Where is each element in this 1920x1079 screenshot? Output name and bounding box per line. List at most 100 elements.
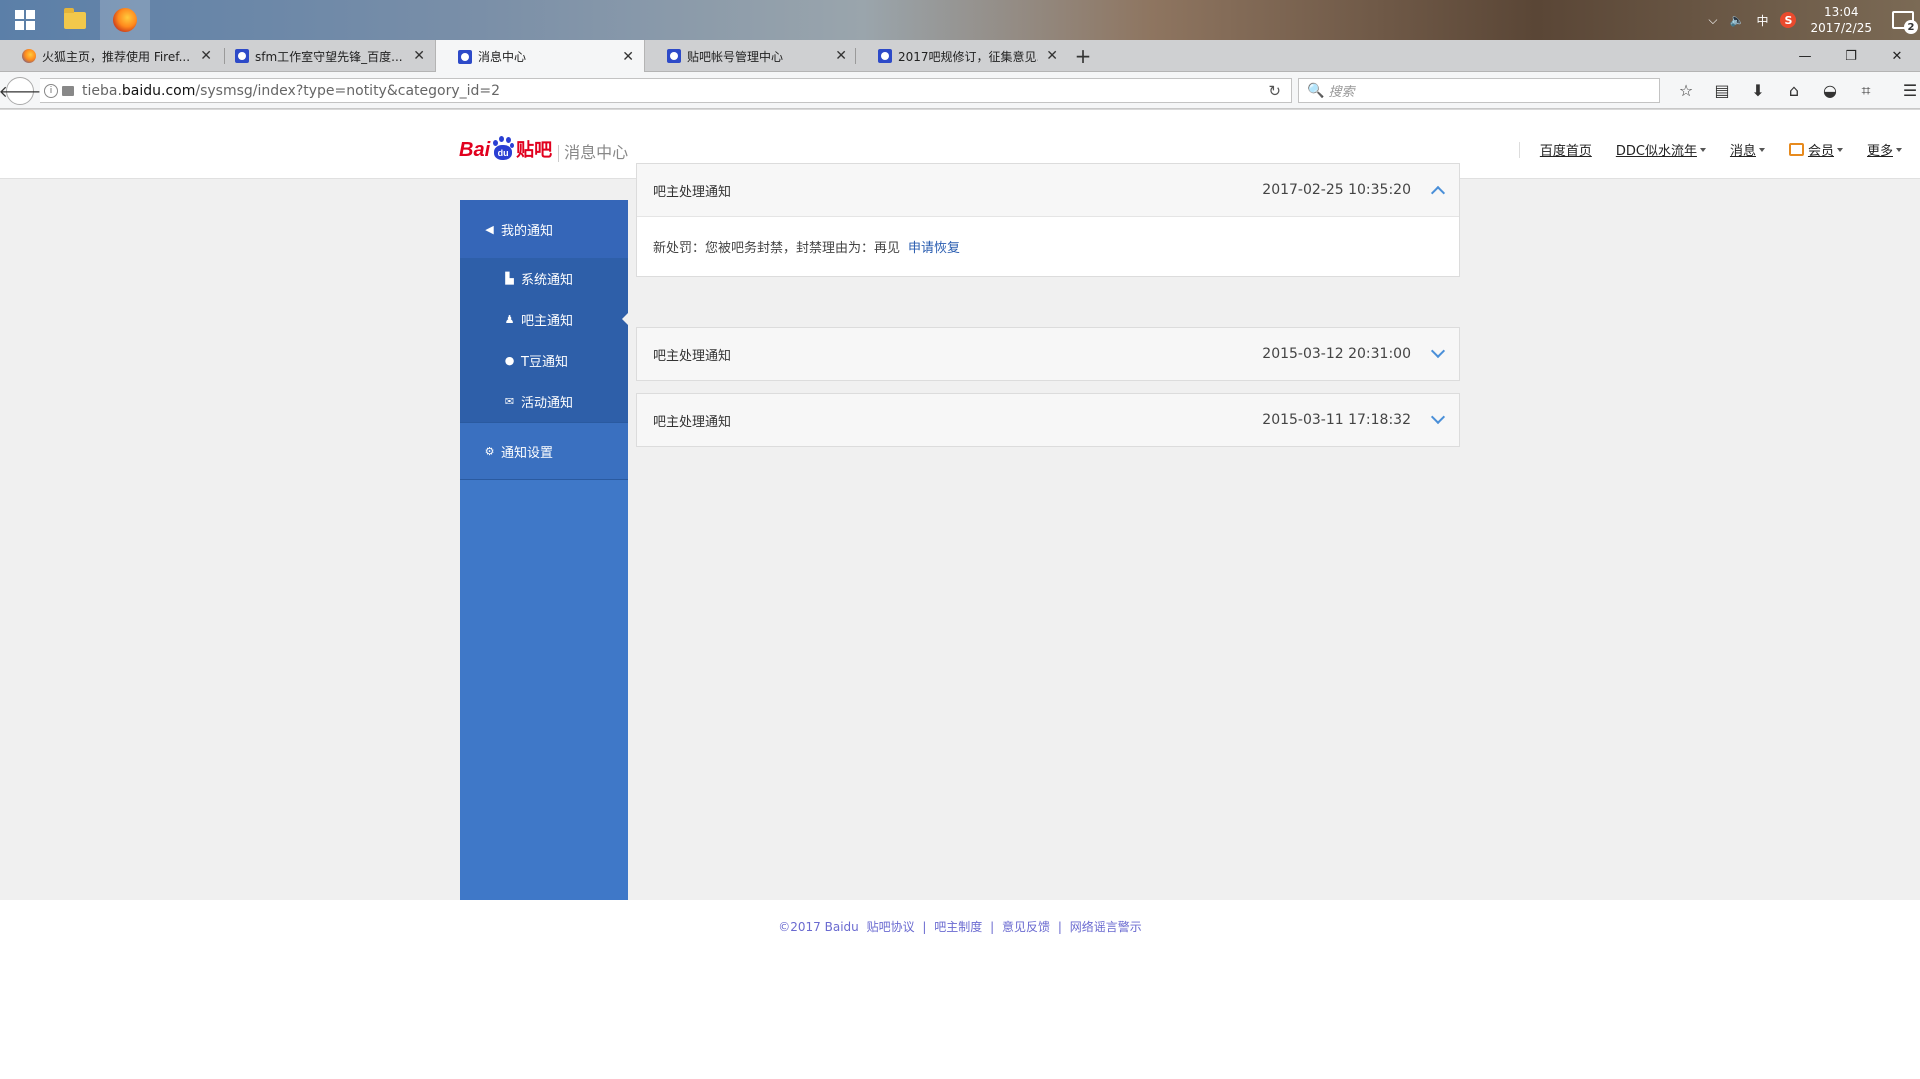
tab-sfm-studio[interactable]: sfm工作室守望先锋_百度... ✕ [213,40,435,72]
vip-label: 会员 [1807,144,1834,159]
footer-link-rules[interactable]: 吧主制度 [934,920,982,934]
sogou-icon[interactable]: S [1780,12,1797,28]
appeal-link[interactable]: 申请恢复 [908,237,960,256]
minimize-button[interactable]: — [1782,40,1828,72]
screenshot-icon[interactable]: ⌗ [1848,81,1884,101]
chevron-up-icon[interactable] [1430,185,1446,201]
logo-du: du [494,145,513,160]
new-tab-button[interactable]: + [1072,40,1094,72]
sidebar-settings-label: 通知设置 [501,445,554,461]
logo-tieba: 贴吧 [516,140,553,160]
menu-icon[interactable]: ☰ [1892,81,1920,100]
ime-indicator[interactable]: 中 [1756,12,1768,29]
reload-icon[interactable]: ↻ [1268,82,1281,100]
baidu-paw-icon [458,49,472,64]
close-window-button[interactable]: ✕ [1874,40,1920,72]
user-nav: 百度首页 DDC似水流年 消息 会员 更多 [1518,140,1902,159]
vip-icon [1788,143,1804,156]
close-icon[interactable]: ✕ [835,48,847,64]
notice-message: 新处罚：您被吧务封禁，封禁理由为：再见 [653,241,901,256]
more-menu[interactable]: 更多 [1867,140,1902,159]
vip-menu[interactable]: 会员 [1788,140,1843,159]
notice-title: 吧主处理通知 [653,184,732,200]
sidebar-notice-settings[interactable]: ⚙ 通知设置 [460,422,628,480]
caret-down-icon [1699,147,1706,152]
notice-card: 吧主处理通知 2015-03-11 17:18:32 [636,393,1460,447]
footer-link-rumor-warning[interactable]: 网络谣言警示 [1070,920,1142,934]
flag-icon: ▙ [505,272,514,285]
sidebar-item-label: 吧主通知 [521,314,574,329]
windows-icon [15,10,35,30]
chevron-up-icon[interactable]: ⌵ [1708,13,1717,28]
close-icon[interactable]: ✕ [1046,48,1058,64]
sidebar-item-system[interactable]: ▙ 系统通知 [460,258,628,299]
notice-header[interactable]: 吧主处理通知 2015-03-11 17:18:32 [637,394,1459,446]
restore-button[interactable]: ❐ [1828,40,1874,72]
sidebar: ◀ 我的通知 ▙ 系统通知 ♟ 吧主通知 ● T豆通知 ✉ 活动通知 ⚙ 通知设… [460,200,629,900]
notice-time: 2017-02-25 10:35:20 [1262,182,1411,198]
sidebar-item-tdou[interactable]: ● T豆通知 [460,340,628,381]
username: DDC似水流年 [1615,144,1697,159]
tieba-logo[interactable]: Bai du 贴吧 消息中心 [459,136,628,162]
bookmark-star-icon[interactable]: ☆ [1668,81,1704,100]
clock[interactable]: 13:04 2017/2/25 [1810,4,1872,36]
chevron-down-icon[interactable] [1430,343,1446,359]
notification-count: 2 [1904,20,1918,34]
mail-icon: ✉ [504,395,515,408]
sidebar-item-label: 活动通知 [521,396,574,411]
start-button[interactable] [0,0,50,40]
firefox-icon [113,8,137,32]
tab-title: sfm工作室守望先锋_百度... [255,49,403,64]
reading-list-icon[interactable]: ▤ [1704,81,1740,100]
tab-bar: 火狐主页，推荐使用 Firef... ✕ sfm工作室守望先锋_百度... ✕ … [0,40,1920,73]
messages-menu[interactable]: 消息 [1730,140,1765,159]
search-input[interactable]: 🔍 搜索 [1298,78,1660,103]
notice-time: 2015-03-11 17:18:32 [1262,412,1411,428]
baidu-paw-icon: du [491,136,515,162]
gear-icon: ⚙ [484,444,495,458]
footer-separator: | [990,920,995,934]
action-center-icon[interactable]: 2 [1892,11,1918,34]
chevron-down-icon[interactable] [1430,409,1446,425]
search-icon: 🔍 [1307,82,1325,99]
url-host: baidu.com [121,82,196,99]
close-icon[interactable]: ✕ [413,48,425,64]
firefox-taskbar-button[interactable] [100,0,150,40]
window-controls: — ❐ ✕ [1782,40,1920,72]
megaphone-icon: ◀ [485,222,494,236]
username-menu[interactable]: DDC似水流年 [1616,140,1706,159]
tab-account-center[interactable]: 贴吧帐号管理中心 ✕ [645,40,857,72]
notice-card: 吧主处理通知 2015-03-12 20:31:00 [636,327,1460,381]
more-label: 更多 [1866,144,1893,159]
footer-link-agreement[interactable]: 贴吧协议 [867,920,915,934]
url-host-prefix: tieba. [82,82,122,99]
file-explorer-button[interactable] [50,0,100,40]
footer-link-feedback[interactable]: 意见反馈 [1002,920,1050,934]
close-icon[interactable]: ✕ [200,48,212,64]
pocket-icon[interactable]: ◒ [1812,81,1848,100]
tab-rules-revision[interactable]: 2017吧规修订，征集意见... ✕ [856,40,1068,72]
baidu-home-link[interactable]: 百度首页 [1540,140,1592,159]
sidebar-item-bazhu[interactable]: ♟ 吧主通知 [460,299,629,340]
download-icon[interactable]: ⬇ [1740,81,1776,100]
back-button[interactable]: 🡐 [0,77,41,105]
baidu-paw-icon [235,49,249,63]
volume-icon[interactable]: 🔈 [1730,13,1745,27]
clock-time: 13:04 [1823,5,1859,19]
notice-header[interactable]: 吧主处理通知 2015-03-12 20:31:00 [637,328,1459,380]
folder-icon [64,7,86,29]
footer-separator: | [1057,920,1062,934]
sidebar-item-label: T豆通知 [521,355,568,370]
notice-header[interactable]: 吧主处理通知 2017-02-25 10:35:20 [637,164,1459,216]
page-content: Bai du 贴吧 消息中心 百度首页 DDC似水流年 消息 会员 更多 ◀ 我… [0,109,1920,1079]
close-icon[interactable]: ✕ [622,49,634,65]
tab-message-center[interactable]: 消息中心 ✕ [435,40,645,73]
sidebar-item-activity[interactable]: ✉ 活动通知 [460,381,628,422]
home-icon[interactable]: ⌂ [1776,81,1812,100]
sidebar-my-notices[interactable]: ◀ 我的通知 [460,200,628,258]
search-placeholder: 搜索 [1328,85,1355,100]
info-icon[interactable]: i [44,83,58,98]
tab-firefox-home[interactable]: 火狐主页，推荐使用 Firef... ✕ [0,40,222,72]
address-bar[interactable]: i tieba. baidu.com/sysmsg/index?type=noti… [40,78,1292,103]
bean-icon: ● [504,354,515,367]
